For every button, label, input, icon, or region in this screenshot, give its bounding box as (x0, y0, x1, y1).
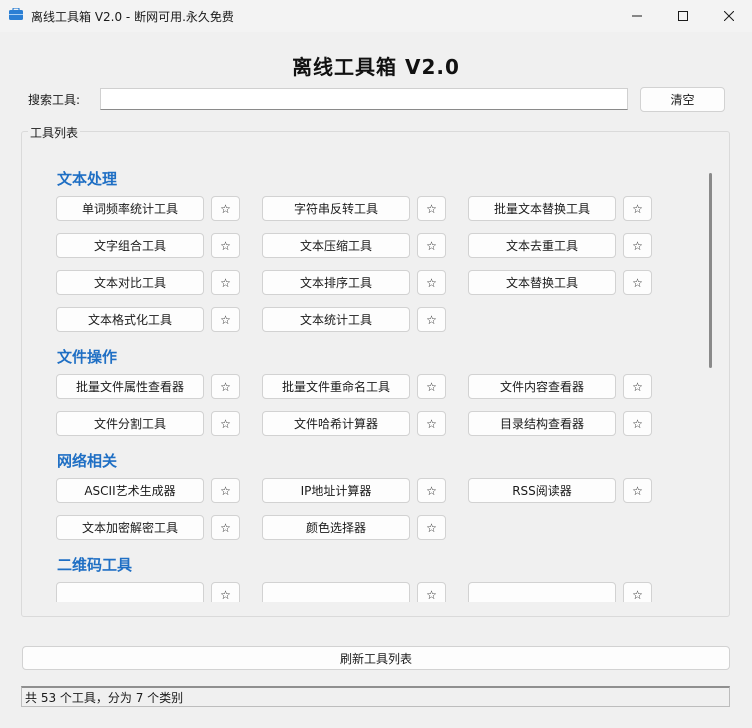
tool-button[interactable]: 文本对比工具 (56, 270, 204, 295)
favorite-star-button[interactable]: ☆ (417, 478, 446, 503)
tool-button[interactable]: 单词频率统计工具 (56, 196, 204, 221)
tool-button[interactable]: 文本统计工具 (262, 307, 410, 332)
scrollbar-thumb[interactable] (709, 173, 712, 368)
favorite-star-button[interactable]: ☆ (211, 233, 240, 258)
favorite-star-button[interactable]: ☆ (623, 270, 652, 295)
tool-list-label: 工具列表 (28, 124, 81, 141)
tool-button[interactable] (468, 582, 616, 602)
tool-button[interactable]: 文件哈希计算器 (262, 411, 410, 436)
favorite-star-button[interactable]: ☆ (211, 196, 240, 221)
maximize-icon (678, 11, 688, 21)
tool-button[interactable]: 目录结构查看器 (468, 411, 616, 436)
minimize-icon (632, 15, 642, 17)
minimize-button[interactable] (614, 0, 660, 32)
favorite-star-button[interactable]: ☆ (417, 582, 446, 602)
favorite-star-button[interactable]: ☆ (211, 478, 240, 503)
favorite-star-button[interactable]: ☆ (623, 196, 652, 221)
tool-button[interactable]: 文本压缩工具 (262, 233, 410, 258)
tool-button[interactable]: 文件内容查看器 (468, 374, 616, 399)
favorite-star-button[interactable]: ☆ (623, 374, 652, 399)
category-title: 文本处理 (57, 170, 118, 188)
page-title: 离线工具箱 V2.0 (292, 55, 460, 79)
title-bar: 离线工具箱 V2.0 - 断网可用.永久免费 (0, 0, 752, 32)
category-title: 二维码工具 (57, 556, 133, 574)
tool-button[interactable]: 字符串反转工具 (262, 196, 410, 221)
clear-button[interactable]: 清空 (640, 87, 725, 112)
favorite-star-button[interactable]: ☆ (417, 196, 446, 221)
tool-button[interactable] (262, 582, 410, 602)
tool-button[interactable]: 批量文件重命名工具 (262, 374, 410, 399)
favorite-star-button[interactable]: ☆ (417, 233, 446, 258)
tool-button[interactable]: 文件分割工具 (56, 411, 204, 436)
tool-button[interactable]: ASCII艺术生成器 (56, 478, 204, 503)
toolbox-icon (9, 8, 23, 20)
status-text: 共 53 个工具，分为 7 个类别 (25, 690, 184, 705)
favorite-star-button[interactable]: ☆ (623, 478, 652, 503)
tool-button[interactable]: 文字组合工具 (56, 233, 204, 258)
tool-button[interactable]: 批量文件属性查看器 (56, 374, 204, 399)
search-label: 搜索工具: (28, 93, 81, 107)
search-input[interactable] (100, 88, 628, 110)
favorite-star-button[interactable]: ☆ (211, 515, 240, 540)
favorite-star-button[interactable]: ☆ (417, 270, 446, 295)
favorite-star-button[interactable]: ☆ (211, 307, 240, 332)
favorite-star-button[interactable]: ☆ (417, 411, 446, 436)
tool-list-scroll-area[interactable]: 文本处理单词频率统计工具 ☆ 字符串反转工具 ☆ 批量文本替换工具 ☆ 文字组合工具 ☆ 文本压… (36, 160, 702, 602)
favorite-star-button[interactable]: ☆ (623, 411, 652, 436)
status-bar: 共 53 个工具，分为 7 个类别 (21, 686, 730, 707)
close-button[interactable] (706, 0, 752, 32)
tool-button[interactable]: IP地址计算器 (262, 478, 410, 503)
favorite-star-button[interactable]: ☆ (211, 270, 240, 295)
refresh-button[interactable]: 刷新工具列表 (22, 646, 730, 670)
category-title: 网络相关 (57, 452, 118, 470)
maximize-button[interactable] (660, 0, 706, 32)
tool-button[interactable]: 文本替换工具 (468, 270, 616, 295)
favorite-star-button[interactable]: ☆ (211, 374, 240, 399)
tool-button[interactable]: 文本去重工具 (468, 233, 616, 258)
favorite-star-button[interactable]: ☆ (211, 582, 240, 602)
tool-button[interactable]: 文本格式化工具 (56, 307, 204, 332)
tool-button[interactable]: 文本加密解密工具 (56, 515, 204, 540)
window-title: 离线工具箱 V2.0 - 断网可用.永久免费 (31, 10, 234, 24)
close-icon (724, 11, 734, 21)
tool-button[interactable] (56, 582, 204, 602)
favorite-star-button[interactable]: ☆ (417, 307, 446, 332)
favorite-star-button[interactable]: ☆ (623, 582, 652, 602)
tool-button[interactable]: 文本排序工具 (262, 270, 410, 295)
favorite-star-button[interactable]: ☆ (417, 515, 446, 540)
favorite-star-button[interactable]: ☆ (623, 233, 652, 258)
tool-button[interactable]: 批量文本替换工具 (468, 196, 616, 221)
favorite-star-button[interactable]: ☆ (211, 411, 240, 436)
tool-button[interactable]: RSS阅读器 (468, 478, 616, 503)
favorite-star-button[interactable]: ☆ (417, 374, 446, 399)
tool-button[interactable]: 颜色选择器 (262, 515, 410, 540)
category-title: 文件操作 (57, 348, 118, 366)
